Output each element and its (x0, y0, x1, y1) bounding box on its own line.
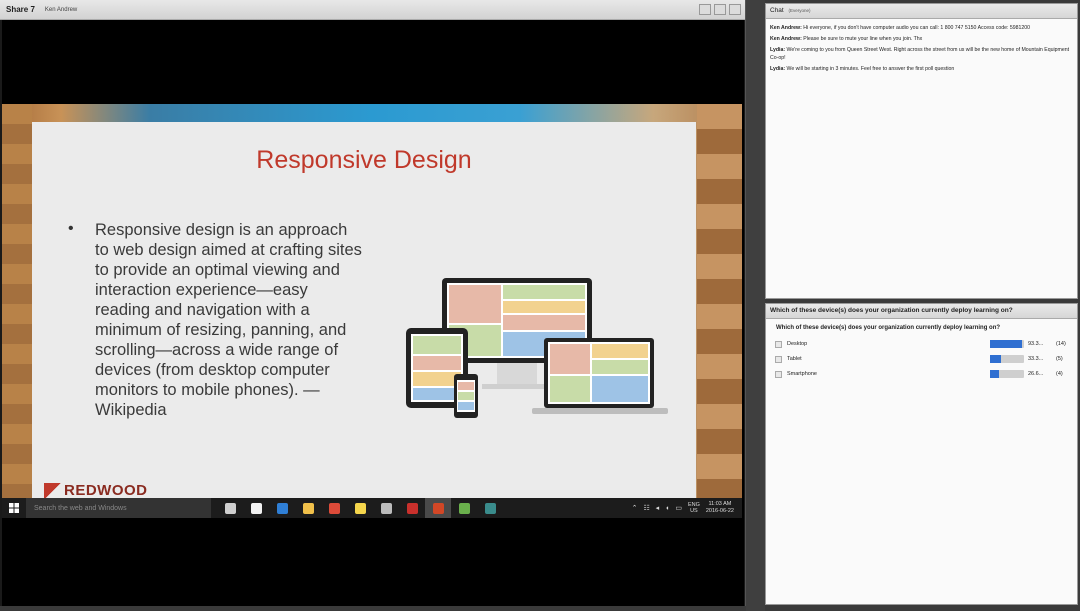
poll-result-bar (990, 355, 1024, 363)
wood-plank-right (697, 104, 742, 500)
poll-pod: Which of these device(s) does your organ… (765, 303, 1078, 605)
chrome-icon (328, 502, 340, 514)
poll-result-fill (990, 355, 1002, 363)
chat-messages: Ken Andrew: Hi everyone, if you don't ha… (766, 19, 1077, 81)
poll-result-percent: 33.3... (1028, 356, 1044, 362)
chat-message: Ken Andrew: Hi everyone, if you don't ha… (770, 24, 1073, 32)
chat-author: Ken Andrew: (770, 36, 802, 42)
file-explorer-icon (302, 502, 314, 514)
chat-text: Hi everyone, if you don't have computer … (803, 25, 1031, 31)
task-view-icon (224, 502, 236, 514)
windows-logo-icon (9, 503, 19, 513)
filezilla-icon (406, 502, 418, 514)
presenter-name: Ken Andrew (44, 6, 78, 13)
chat-text: We will be starting in 3 minutes. Feel f… (786, 66, 955, 72)
chat-titlebar: Chat (Everyone) (766, 4, 1077, 19)
clock-time: 11:03 AM (708, 501, 732, 507)
taskbar-apps (217, 498, 503, 518)
taskbar-app-powerpoint[interactable] (425, 498, 451, 518)
system-tray: ⌃ ☷ ◂ ◖ ▭ ENG US 11:03 AM 2016-06-22 (632, 498, 742, 518)
taskbar-app-calculator[interactable] (373, 498, 399, 518)
chat-audience[interactable]: (Everyone) (789, 8, 811, 13)
poll-result-count: (5) (1056, 356, 1063, 362)
poll-result-percent: 26.6... (1028, 371, 1044, 377)
chat-author: Lydia: (770, 66, 786, 72)
pod-separator (746, 0, 765, 611)
share-pod-titlebar: Share 7 Ken Andrew (0, 0, 745, 20)
edge-icon (276, 502, 288, 514)
poll-options: Desktop 93.3... (14) Tablet 33.3... (5) Smartp… (766, 337, 1077, 382)
sticky-notes-icon (354, 502, 366, 514)
start-button[interactable] (2, 498, 26, 518)
redwood-logo: REDWOOD (44, 483, 148, 499)
poll-result-fill (990, 370, 1000, 378)
terminal-icon (484, 502, 496, 514)
store-icon (250, 502, 262, 514)
poll-result-percent: 93.3... (1028, 341, 1044, 347)
chat-text: Please be sure to mute your line when yo… (803, 36, 923, 42)
fit-width-icon[interactable] (699, 4, 711, 15)
chat-pod: Chat (Everyone) Ken Andrew: Hi everyone,… (765, 3, 1078, 299)
options-menu-icon[interactable] (714, 4, 726, 15)
poll-option-checkbox[interactable] (775, 341, 782, 348)
clock-date: 2016-06-22 (705, 508, 734, 514)
chat-message: Lydia: We will be starting in 3 minutes.… (770, 65, 1073, 73)
meeting-window: Share 7 Ken Andrew Responsive Design • R… (0, 0, 1080, 611)
chat-message: Ken Andrew: Please be sure to mute your … (770, 35, 1073, 43)
poll-question: Which of these device(s) does your organ… (776, 325, 1001, 331)
slide-body-text: Responsive design is an approach to web … (95, 221, 362, 419)
chat-title: Chat (770, 7, 784, 14)
taskbar-search-input[interactable]: Search the web and Windows (26, 498, 211, 518)
taskbar-app-chrome[interactable] (321, 498, 347, 518)
redwood-logo-mark (44, 483, 62, 499)
shared-screen: Responsive Design • Responsive design is… (2, 20, 744, 606)
poll-option-row: Smartphone 26.6... (4) (766, 367, 1077, 382)
powerpoint-icon (432, 502, 444, 514)
taskbar-app-terminal[interactable] (477, 498, 503, 518)
region-code: US (690, 508, 698, 514)
fullscreen-icon[interactable] (729, 4, 741, 15)
taskbar-app-edge[interactable] (269, 498, 295, 518)
windows-taskbar: Search the web and Windows ⌃ ☷ ◂ ◖ ▭ ENG… (2, 498, 742, 518)
poll-result-count: (4) (1056, 371, 1063, 377)
poll-result-count: (14) (1056, 341, 1066, 347)
poll-result-bar (990, 340, 1024, 348)
wood-plank-left (2, 104, 32, 500)
redwood-logo-text: REDWOOD (64, 482, 148, 499)
poll-option-checkbox[interactable] (775, 371, 782, 378)
chat-message: Lydia: We're coming to you from Queen St… (770, 46, 1073, 62)
tray-icons[interactable]: ⌃ ☷ ◂ ◖ ▭ (632, 504, 684, 512)
poll-titlebar: Which of these device(s) does your organ… (766, 304, 1077, 319)
taskbar-app-file-explorer[interactable] (295, 498, 321, 518)
calculator-icon (380, 502, 392, 514)
poll-result-fill (990, 340, 1022, 348)
chat-text: We're coming to you from Queen Street We… (770, 47, 1070, 61)
chat-app-icon (458, 502, 470, 514)
bullet-icon: • (68, 220, 74, 237)
share-pod-title: Share 7 (6, 5, 35, 14)
poll-result-bar (990, 370, 1024, 378)
taskbar-clock[interactable]: 11:03 AM 2016-06-22 (706, 501, 734, 515)
slide-title: Responsive Design (256, 146, 472, 174)
poll-option-label: Tablet (787, 356, 802, 362)
taskbar-app-chat-app[interactable] (451, 498, 477, 518)
chat-author: Lydia: (770, 47, 786, 53)
poll-option-checkbox[interactable] (775, 356, 782, 363)
poll-option-label: Smartphone (787, 371, 817, 377)
taskbar-app-filezilla[interactable] (399, 498, 425, 518)
pod-controls (699, 4, 741, 15)
presentation-slide: Responsive Design • Responsive design is… (32, 122, 696, 506)
responsive-devices-illustration (406, 278, 668, 418)
taskbar-app-store[interactable] (243, 498, 269, 518)
taskbar-app-sticky-notes[interactable] (347, 498, 373, 518)
input-language[interactable]: ENG US (688, 502, 700, 514)
taskbar-app-task-view[interactable] (217, 498, 243, 518)
share-pod: Share 7 Ken Andrew Responsive Design • R… (0, 0, 746, 606)
chat-author: Ken Andrew: (770, 25, 802, 31)
poll-option-label: Desktop (787, 341, 808, 347)
poll-option-row: Tablet 33.3... (5) (766, 352, 1077, 367)
poll-option-row: Desktop 93.3... (14) (766, 337, 1077, 352)
